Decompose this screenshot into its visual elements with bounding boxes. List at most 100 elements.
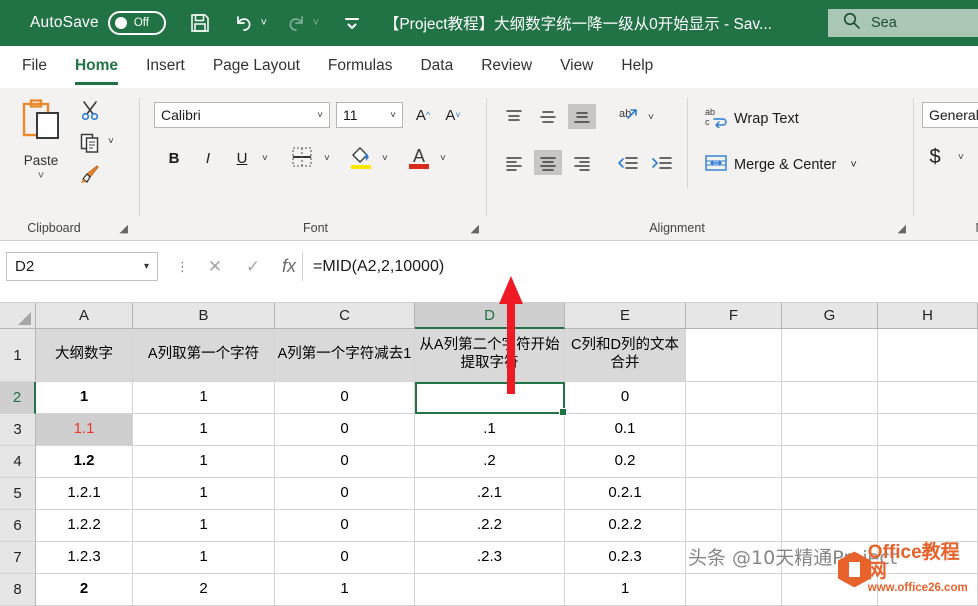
clipboard-dialog-launcher-icon[interactable]: ◢ xyxy=(120,222,128,235)
cell-c2[interactable]: 0 xyxy=(275,382,415,414)
cell-d3[interactable]: .1 xyxy=(415,414,565,446)
row-header-3[interactable]: 3 xyxy=(0,414,36,446)
align-left-icon[interactable] xyxy=(500,150,528,175)
column-header-e[interactable]: E xyxy=(565,303,686,329)
paste-chevron-down-icon[interactable]: ˅ xyxy=(38,170,44,182)
tab-insert[interactable]: Insert xyxy=(146,57,185,77)
cell-b2[interactable]: 1 xyxy=(133,382,275,414)
font-color-chevron-down-icon[interactable]: ˅ xyxy=(440,153,446,164)
cell-e7[interactable]: 0.2.3 xyxy=(565,542,686,574)
cell-d1[interactable]: 从A列第二个字符开始提取字符 xyxy=(415,329,565,382)
tab-help[interactable]: Help xyxy=(621,57,653,77)
underline-button[interactable]: U xyxy=(230,145,254,171)
cell-f8[interactable] xyxy=(686,574,782,606)
cell-a4[interactable]: 1.2 xyxy=(36,446,133,478)
column-header-g[interactable]: G xyxy=(782,303,878,329)
tab-review[interactable]: Review xyxy=(481,57,532,77)
row-header-8[interactable]: 8 xyxy=(0,574,36,606)
tab-file[interactable]: File xyxy=(22,57,47,77)
cell-d6[interactable]: .2.2 xyxy=(415,510,565,542)
formula-bar-handle[interactable]: ⋮ xyxy=(176,259,189,275)
select-all-corner[interactable] xyxy=(0,303,36,329)
italic-button[interactable]: I xyxy=(196,145,220,171)
cell-c4[interactable]: 0 xyxy=(275,446,415,478)
column-header-h[interactable]: H xyxy=(878,303,978,329)
cell-e8[interactable]: 1 xyxy=(565,574,686,606)
tab-data[interactable]: Data xyxy=(420,57,453,77)
cell-d7[interactable]: .2.3 xyxy=(415,542,565,574)
cell-b3[interactable]: 1 xyxy=(133,414,275,446)
column-header-b[interactable]: B xyxy=(133,303,275,329)
tab-view[interactable]: View xyxy=(560,57,593,77)
accounting-format-icon[interactable]: $ xyxy=(922,144,948,170)
borders-chevron-down-icon[interactable]: ˅ xyxy=(324,153,330,164)
column-header-a[interactable]: A xyxy=(36,303,133,329)
cell-b1[interactable]: A列取第一个字符 xyxy=(133,329,275,382)
cut-icon[interactable] xyxy=(76,96,104,124)
align-middle-icon[interactable] xyxy=(534,104,562,129)
undo-chevron-down-icon[interactable]: ˅ xyxy=(256,17,272,29)
customize-quick-access-toolbar-icon[interactable] xyxy=(334,5,370,41)
row-header-7[interactable]: 7 xyxy=(0,542,36,574)
column-header-c[interactable]: C xyxy=(275,303,415,329)
row-header-6[interactable]: 6 xyxy=(0,510,36,542)
cell-d5[interactable]: .2.1 xyxy=(415,478,565,510)
cell-g2[interactable] xyxy=(782,382,878,414)
cell-d4[interactable]: .2 xyxy=(415,446,565,478)
row-header-5[interactable]: 5 xyxy=(0,478,36,510)
cell-g5[interactable] xyxy=(782,478,878,510)
cell-h3[interactable] xyxy=(878,414,978,446)
column-header-d[interactable]: D xyxy=(415,303,565,329)
cell-e3[interactable]: 0.1 xyxy=(565,414,686,446)
cell-d8[interactable] xyxy=(415,574,565,606)
cell-h4[interactable] xyxy=(878,446,978,478)
cell-f7[interactable] xyxy=(686,542,782,574)
cell-g4[interactable] xyxy=(782,446,878,478)
row-header-4[interactable]: 4 xyxy=(0,446,36,478)
orientation-icon[interactable]: ab xyxy=(614,104,644,129)
format-painter-icon[interactable] xyxy=(76,160,104,188)
cancel-icon[interactable]: ✕ xyxy=(198,253,232,280)
cell-f6[interactable] xyxy=(686,510,782,542)
cell-h1[interactable] xyxy=(878,329,978,382)
copy-chevron-down-icon[interactable]: ˅ xyxy=(108,136,114,147)
autosave-toggle[interactable]: Off xyxy=(108,11,166,35)
cell-c1[interactable]: A列第一个字符减去1 xyxy=(275,329,415,382)
cell-c6[interactable]: 0 xyxy=(275,510,415,542)
bold-button[interactable]: B xyxy=(162,145,186,171)
font-size-input[interactable]: 11 ˅ xyxy=(336,102,403,128)
cell-f4[interactable] xyxy=(686,446,782,478)
cell-e2[interactable]: 0 xyxy=(565,382,686,414)
accounting-chevron-down-icon[interactable]: ˅ xyxy=(958,152,964,163)
merge-chevron-down-icon[interactable]: ˅ xyxy=(850,159,856,171)
cell-f1[interactable] xyxy=(686,329,782,382)
cell-a6[interactable]: 1.2.2 xyxy=(36,510,133,542)
name-box-chevron-down-icon[interactable]: ▾ xyxy=(144,261,149,272)
number-format-input[interactable]: General xyxy=(922,102,978,128)
cell-a2[interactable]: 1 xyxy=(36,382,133,414)
underline-chevron-down-icon[interactable]: ˅ xyxy=(262,153,268,164)
font-size-chevron-down-icon[interactable]: ˅ xyxy=(390,110,396,121)
cell-a3[interactable]: 1.1 xyxy=(36,414,133,446)
cell-h2[interactable] xyxy=(878,382,978,414)
orientation-chevron-down-icon[interactable]: ˅ xyxy=(648,112,654,123)
enter-icon[interactable]: ✓ xyxy=(236,253,270,280)
search-box[interactable]: Sea xyxy=(828,9,978,37)
save-icon[interactable] xyxy=(182,5,218,41)
cell-e5[interactable]: 0.2.1 xyxy=(565,478,686,510)
font-color-icon[interactable]: A xyxy=(406,142,432,172)
cell-c3[interactable]: 0 xyxy=(275,414,415,446)
row-header-2[interactable]: 2 xyxy=(0,382,36,414)
cell-b5[interactable]: 1 xyxy=(133,478,275,510)
borders-icon[interactable] xyxy=(288,144,316,170)
cell-a5[interactable]: 1.2.1 xyxy=(36,478,133,510)
increase-indent-icon[interactable] xyxy=(648,150,676,175)
merge-and-center-button[interactable]: Merge & Center ˅ xyxy=(704,152,857,178)
name-box[interactable]: D2 ▾ xyxy=(6,252,158,281)
cell-g1[interactable] xyxy=(782,329,878,382)
cell-c7[interactable]: 0 xyxy=(275,542,415,574)
cell-g6[interactable] xyxy=(782,510,878,542)
align-right-icon[interactable] xyxy=(568,150,596,175)
increase-font-size-icon[interactable]: A^ xyxy=(410,103,436,127)
copy-icon[interactable] xyxy=(76,129,104,157)
